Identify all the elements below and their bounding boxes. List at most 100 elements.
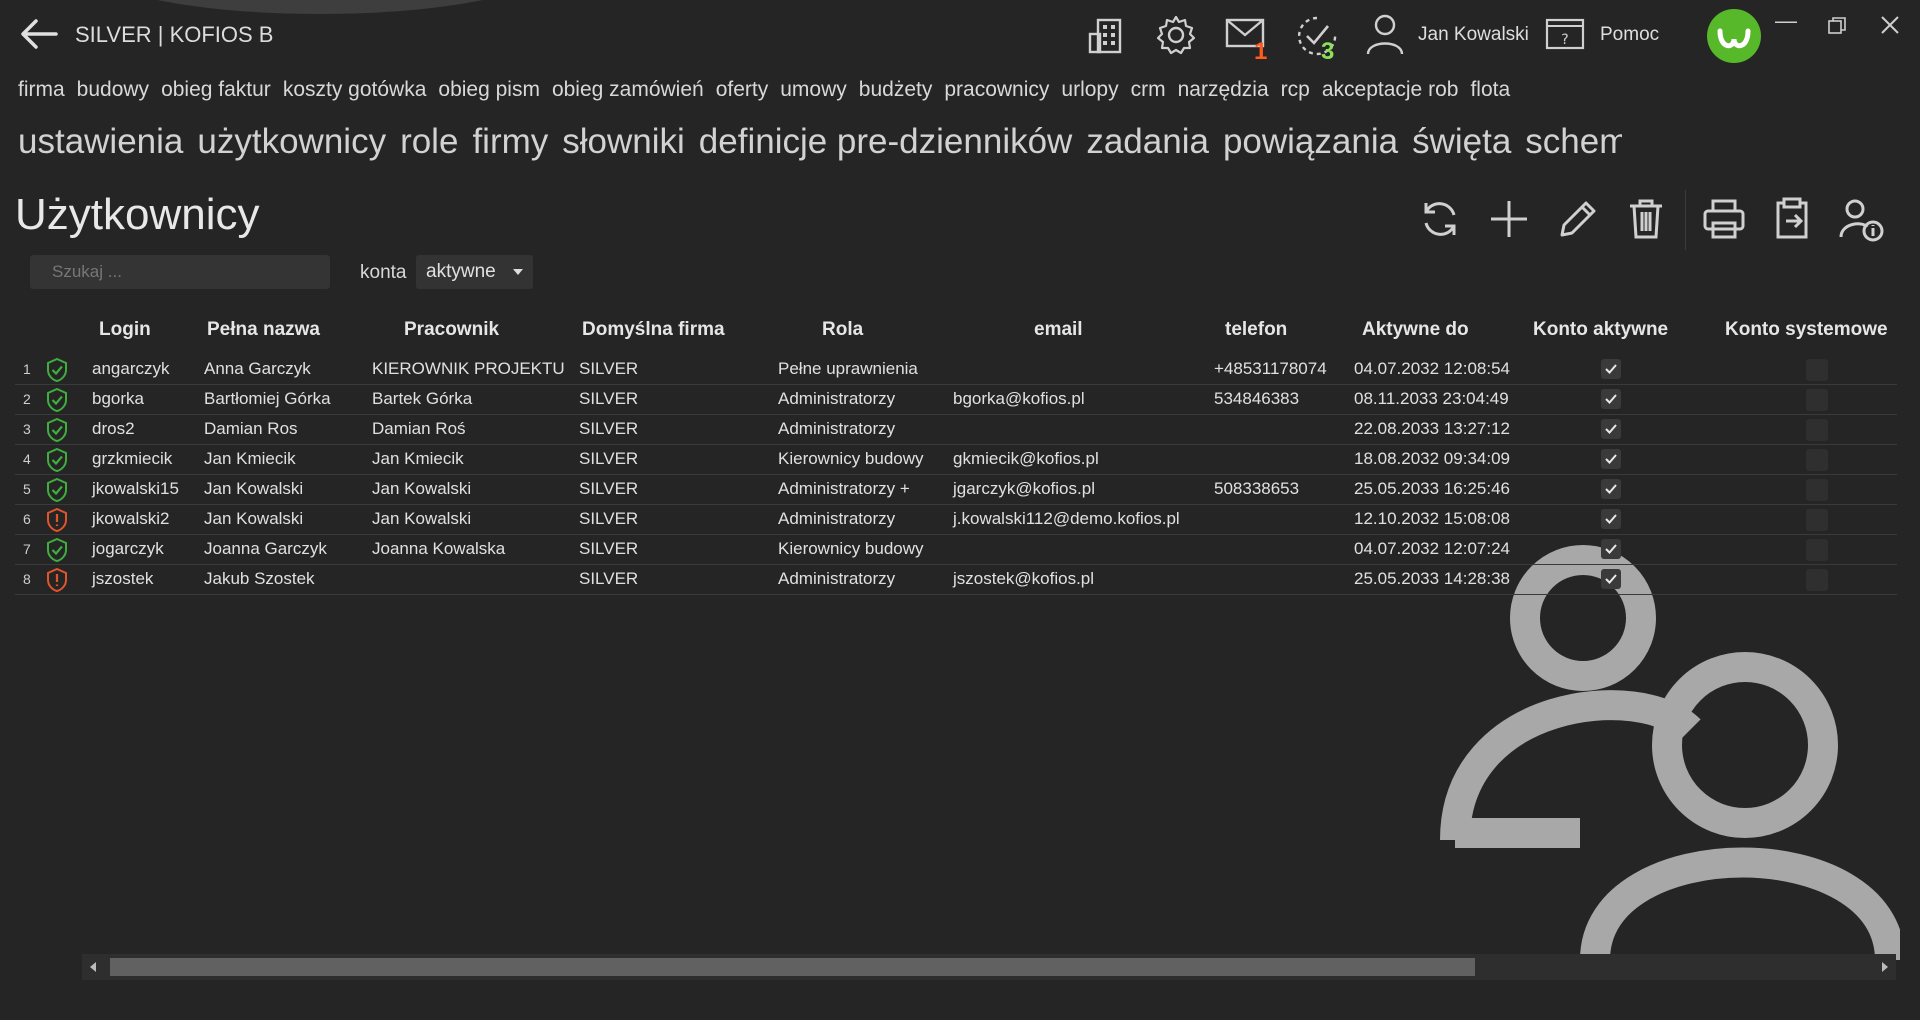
tab-schematy[interactable]: schematy a	[1525, 122, 1622, 161]
tab-firmy[interactable]: firmy	[472, 122, 548, 161]
menu-item-budowy[interactable]: budowy	[77, 78, 149, 101]
col-role[interactable]: Rola	[822, 319, 863, 341]
building-icon[interactable]	[1088, 14, 1128, 56]
logo-icon[interactable]	[1707, 9, 1761, 63]
svg-text:?: ?	[1561, 32, 1568, 48]
system-account-checkbox[interactable]	[1806, 569, 1828, 591]
table-row[interactable]: 3 dros2 Damian Ros Damian Roś SILVER Administ…	[15, 414, 1897, 445]
add-icon[interactable]	[1485, 195, 1533, 243]
table-row[interactable]: 8 jszostek Jakub Szostek SILVER Administrato…	[15, 564, 1897, 595]
tab-uzytkownicy[interactable]: użytkownicy	[197, 122, 387, 162]
col-employee[interactable]: Pracownik	[404, 319, 499, 341]
table-row[interactable]: 6 jkowalski2 Jan Kowalski Jan Kowalski SILVE…	[15, 504, 1897, 535]
cell-full-name: Jan Kowalski	[204, 509, 304, 528]
menu-item-obieg-zamowien[interactable]: obieg zamówień	[552, 78, 704, 101]
username[interactable]: Jan Kowalski	[1418, 24, 1529, 46]
shield-check-icon	[47, 447, 67, 473]
system-account-checkbox[interactable]	[1806, 359, 1828, 381]
user-info-icon[interactable]	[1837, 195, 1885, 243]
menu-item-oferty[interactable]: oferty	[716, 78, 769, 101]
menu-item-narzedzia[interactable]: narzędzia	[1178, 78, 1269, 101]
print-icon[interactable]	[1700, 195, 1748, 243]
account-active-checkbox[interactable]	[1601, 359, 1621, 379]
help-icon[interactable]: ?	[1545, 18, 1585, 50]
system-account-checkbox[interactable]	[1806, 509, 1828, 531]
close-icon[interactable]	[1879, 14, 1901, 36]
menu-item-firma[interactable]: firma	[18, 78, 65, 101]
tab-swieta[interactable]: święta	[1412, 122, 1511, 161]
cell-phone: +48531178074	[1214, 359, 1327, 378]
horizontal-scrollbar[interactable]	[82, 954, 1896, 980]
account-active-checkbox[interactable]	[1601, 509, 1621, 529]
menu-item-rcp[interactable]: rcp	[1281, 78, 1310, 101]
menu-item-crm[interactable]: crm	[1131, 78, 1166, 101]
system-account-checkbox[interactable]	[1806, 449, 1828, 471]
cell-firm: SILVER	[579, 539, 639, 558]
cell-employee: Jan Kmiecik	[372, 449, 464, 468]
col-account-active[interactable]: Konto aktywne	[1533, 319, 1668, 341]
search-input[interactable]: Szukaj ...	[30, 255, 330, 289]
table-row[interactable]: 2 bgorka Bartłomiej Górka Bartek Górka SILVE…	[15, 384, 1897, 415]
help-link[interactable]: Pomoc	[1600, 24, 1659, 46]
scroll-left-icon[interactable]	[90, 962, 96, 972]
col-full-name[interactable]: Pełna nazwa	[207, 319, 320, 341]
cell-full-name: Jan Kowalski	[204, 479, 304, 498]
col-system-account[interactable]: Konto systemowe	[1725, 319, 1888, 341]
menu-item-urlopy[interactable]: urlopy	[1061, 78, 1118, 101]
tab-role[interactable]: role	[400, 122, 458, 161]
system-account-checkbox[interactable]	[1806, 539, 1828, 561]
col-login[interactable]: Login	[99, 319, 151, 341]
table-row[interactable]: 4 grzkmiecik Jan Kmiecik Jan Kmiecik SILVER K…	[15, 444, 1897, 475]
account-active-checkbox[interactable]	[1601, 389, 1621, 409]
account-active-checkbox[interactable]	[1601, 419, 1621, 439]
cell-full-name: Anna Garczyk	[204, 359, 311, 378]
back-arrow-icon[interactable]	[18, 16, 62, 52]
menu-item-umowy[interactable]: umowy	[780, 78, 847, 101]
menu-item-akceptacje-rob[interactable]: akceptacje rob	[1322, 78, 1459, 101]
system-account-checkbox[interactable]	[1806, 479, 1828, 501]
menu-item-budzety[interactable]: budżety	[859, 78, 933, 101]
account-active-checkbox[interactable]	[1601, 479, 1621, 499]
cell-firm: SILVER	[579, 419, 639, 438]
account-active-checkbox[interactable]	[1601, 539, 1621, 559]
refresh-icon[interactable]	[1416, 195, 1464, 243]
user-icon[interactable]	[1365, 12, 1405, 56]
row-number: 7	[23, 541, 31, 557]
table-row[interactable]: 1 angarczyk Anna Garczyk KIEROWNIK PROJEKTU…	[15, 354, 1897, 385]
col-default-firm[interactable]: Domyślna firma	[582, 319, 725, 341]
app-title: SILVER | KOFIOS B	[75, 22, 274, 47]
col-active-until[interactable]: Aktywne do	[1362, 319, 1469, 341]
gear-icon[interactable]	[1155, 14, 1197, 56]
minimize-icon[interactable]: —	[1775, 8, 1797, 34]
delete-icon[interactable]	[1622, 195, 1670, 243]
menu-item-flota[interactable]: flota	[1470, 78, 1510, 101]
tab-definicje[interactable]: definicje pre-dzienników	[699, 122, 1073, 161]
tab-zadania[interactable]: zadania	[1086, 122, 1209, 161]
restore-icon[interactable]	[1827, 16, 1847, 36]
col-email[interactable]: email	[1034, 319, 1083, 341]
table-row[interactable]: 7 jogarczyk Joanna Garczyk Joanna Kowalska S…	[15, 534, 1897, 565]
tab-powiazania[interactable]: powiązania	[1223, 122, 1398, 161]
col-phone[interactable]: telefon	[1225, 319, 1287, 341]
scrollbar-thumb[interactable]	[110, 958, 1475, 976]
konta-select-value: aktywne	[426, 261, 496, 282]
clipboard-export-icon[interactable]	[1768, 195, 1816, 243]
table-row[interactable]: 5 jkowalski15 Jan Kowalski Jan Kowalski SILV…	[15, 474, 1897, 505]
account-active-checkbox[interactable]	[1601, 569, 1621, 589]
cell-full-name: Jakub Szostek	[204, 569, 315, 588]
menu-item-obieg-pism[interactable]: obieg pism	[438, 78, 540, 101]
tab-ustawienia[interactable]: ustawienia	[18, 122, 183, 161]
system-account-checkbox[interactable]	[1806, 419, 1828, 441]
konta-select[interactable]: aktywne	[416, 255, 533, 289]
menu-item-koszty-gotowka[interactable]: koszty gotówka	[283, 78, 427, 101]
system-account-checkbox[interactable]	[1806, 389, 1828, 411]
account-active-checkbox[interactable]	[1601, 449, 1621, 469]
tab-slowniki[interactable]: słowniki	[562, 122, 685, 161]
edit-icon[interactable]	[1554, 195, 1602, 243]
cell-employee: KIEROWNIK PROJEKTU	[372, 359, 565, 378]
mail-badge: 1	[1254, 38, 1268, 65]
menu-item-obieg-faktur[interactable]: obieg faktur	[161, 78, 271, 101]
menu-item-pracownicy[interactable]: pracownicy	[944, 78, 1049, 101]
scroll-right-icon[interactable]	[1882, 962, 1888, 972]
row-number: 6	[23, 511, 31, 527]
